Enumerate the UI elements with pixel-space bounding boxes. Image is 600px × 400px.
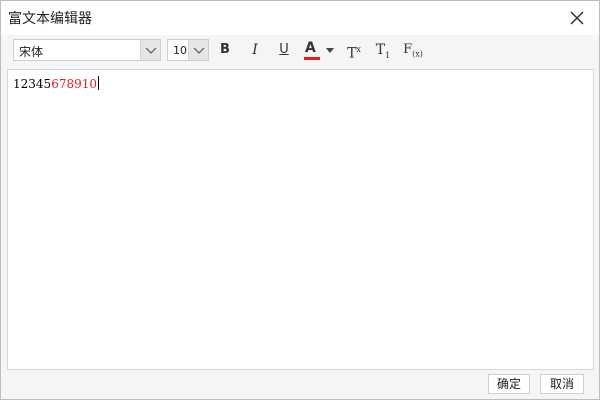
underline-button[interactable]: U: [273, 39, 295, 61]
font-size-dropdown-arrow[interactable]: [188, 40, 208, 60]
font-color-swatch: [304, 57, 320, 60]
formula-button[interactable]: F(x): [401, 39, 425, 61]
text-cursor: [98, 76, 99, 90]
bold-button[interactable]: B: [214, 39, 236, 61]
chevron-down-icon: [193, 47, 205, 54]
font-size-select[interactable]: 10: [167, 39, 209, 61]
caret-down-icon[interactable]: [326, 48, 334, 53]
font-family-value: 宋体: [19, 45, 44, 59]
cancel-button[interactable]: 取消: [540, 374, 584, 394]
subscript-icon-letter: T: [375, 42, 386, 58]
ok-button[interactable]: 确定: [488, 374, 530, 394]
formatting-toolbar: 宋体 10 B I U A Tx T1 F(x): [1, 35, 599, 65]
editor-content[interactable]: 12345678910: [13, 76, 99, 91]
close-button[interactable]: [565, 6, 589, 30]
formula-icon-letter: F: [403, 42, 413, 57]
rich-text-editor-dialog: 富文本编辑器 宋体 10 B I U A Tx T1 F(x) 12345678…: [0, 0, 600, 400]
formula-icon-mark: (x): [412, 49, 423, 59]
font-family-dropdown-arrow[interactable]: [140, 40, 160, 60]
font-family-select[interactable]: 宋体: [13, 39, 161, 61]
editor-area[interactable]: 12345678910: [7, 69, 594, 370]
superscript-button[interactable]: Tx: [343, 39, 365, 62]
subscript-icon-mark: 1: [385, 50, 391, 60]
editor-text-black: 12345: [13, 77, 52, 91]
close-icon: [570, 11, 584, 25]
font-color-icon: A: [305, 40, 316, 56]
dialog-title: 富文本编辑器: [8, 11, 92, 27]
title-bar: 富文本编辑器: [1, 1, 599, 35]
subscript-button[interactable]: T1: [372, 39, 394, 61]
italic-button[interactable]: I: [244, 39, 266, 61]
font-color-button[interactable]: A: [302, 39, 336, 61]
editor-text-red: 678910: [51, 77, 97, 91]
superscript-icon-mark: x: [356, 45, 361, 54]
superscript-icon-letter: T: [347, 45, 357, 62]
chevron-down-icon: [145, 47, 157, 54]
font-size-value: 10: [173, 44, 187, 57]
